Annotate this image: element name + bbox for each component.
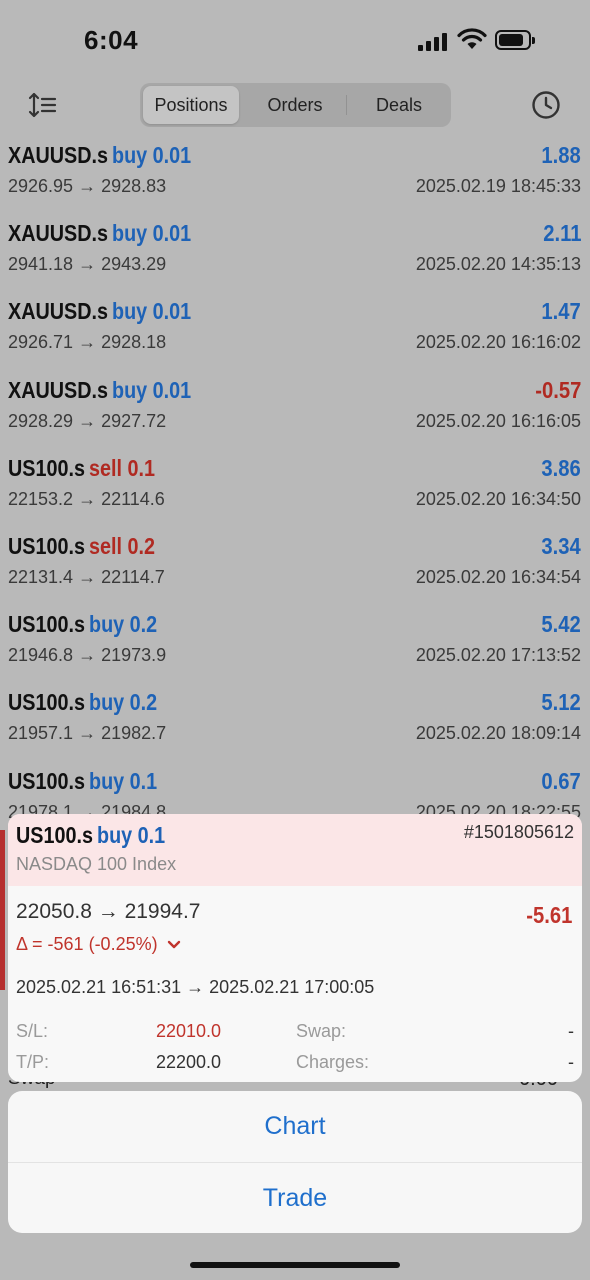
sort-icon[interactable] <box>28 91 58 119</box>
history-clock-icon[interactable] <box>530 89 562 121</box>
sl-label: S/L: <box>16 1021 49 1041</box>
status-bar: 6:04 <box>0 0 590 80</box>
chart-button[interactable]: Chart <box>8 1091 582 1161</box>
home-indicator <box>190 1262 400 1268</box>
position-prices: 2926.71 → 2928.18 <box>8 332 167 353</box>
position-symbol: XAUUSD.s <box>8 220 109 247</box>
position-side: buy 0.2 <box>88 689 158 716</box>
position-date: 2025.02.20 17:13:52 <box>415 645 581 666</box>
cellular-signal-icon <box>418 31 448 51</box>
chevron-down-icon <box>167 941 180 949</box>
tab-positions[interactable]: Positions <box>143 86 239 124</box>
position-profit: 1.88 <box>541 142 581 168</box>
position-date: 2025.02.20 16:34:54 <box>415 566 581 587</box>
position-prices: 2926.95 → 2928.83 <box>8 176 167 196</box>
position-prices: 21946.8 → 21973.9 <box>8 645 167 666</box>
tab-orders[interactable]: Orders <box>244 86 346 124</box>
position-side: buy 0.01 <box>112 142 192 168</box>
position-prices: 2941.18 → 2943.29 <box>8 254 167 275</box>
trade-button[interactable]: Trade <box>8 1163 582 1233</box>
tp-value: 22200.0 <box>156 1052 222 1072</box>
position-row[interactable]: US100.s sell 0.1 3.86 22153.2 → 22114.6 2025… <box>0 451 590 529</box>
position-profit: 5.42 <box>541 611 581 638</box>
status-time: 6:04 <box>84 25 139 55</box>
position-detail-card: US100.s buy 0.1 #1501805612 NASDAQ 100 I… <box>8 814 582 1082</box>
position-row[interactable]: XAUUSD.s buy 0.01 1.47 2926.71 → 2928.18 202… <box>0 294 590 372</box>
position-symbol: US100.s <box>8 532 85 559</box>
position-side: buy 0.01 <box>112 376 192 403</box>
sl-value: 22010.0 <box>156 1021 222 1041</box>
charges-label: Charges: <box>296 1052 370 1072</box>
battery-icon <box>495 30 535 50</box>
position-row[interactable]: US100.s buy 0.2 5.12 21957.1 → 21982.7 2025.… <box>0 685 590 763</box>
detail-delta-text: Δ = -561 (-0.25%) <box>16 934 158 954</box>
swap-value: - <box>568 1021 574 1041</box>
detail-symbol: US100.s <box>16 822 93 848</box>
position-profit: 1.47 <box>541 298 581 325</box>
position-prices: 22153.2 → 22114.6 <box>8 488 165 509</box>
position-prices: 21957.1 → 21982.7 <box>8 723 167 744</box>
position-date: 2025.02.20 16:16:05 <box>415 410 581 431</box>
detail-profit: -5.61 <box>525 902 572 928</box>
position-date: 2025.02.20 16:16:02 <box>415 332 581 353</box>
position-row[interactable]: XAUUSD.s buy 0.01 1.88 2926.95 → 2928.83 202… <box>0 138 590 216</box>
tab-deals[interactable]: Deals <box>347 86 451 124</box>
position-symbol: US100.s <box>8 767 85 794</box>
position-profit: 3.34 <box>541 532 581 559</box>
detail-ticket: #1501805612 <box>463 822 574 842</box>
position-side: buy 0.01 <box>112 298 192 325</box>
charges-value: - <box>568 1052 574 1072</box>
selected-row-marker <box>0 830 5 990</box>
detail-description: NASDAQ 100 Index <box>16 854 177 874</box>
swap-label: Swap: <box>296 1021 347 1041</box>
position-symbol: US100.s <box>8 454 85 481</box>
position-prices: 22131.4 → 22114.7 <box>8 566 165 587</box>
position-side: buy 0.2 <box>88 611 158 638</box>
position-row[interactable]: XAUUSD.s buy 0.01 2.11 2941.18 → 2943.29 202… <box>0 216 590 294</box>
detail-times: 2025.02.21 16:51:31 → 2025.02.21 17:00:0… <box>16 977 375 997</box>
position-profit: 5.12 <box>541 689 581 716</box>
position-symbol: US100.s <box>8 689 85 716</box>
view-segmented-control: Positions Orders Deals <box>140 83 451 127</box>
action-sheet: Chart Trade <box>8 1091 582 1233</box>
position-symbol: US100.s <box>8 611 85 638</box>
detail-side: buy 0.1 <box>96 822 166 848</box>
position-symbol: XAUUSD.s <box>8 142 109 168</box>
position-side: sell 0.2 <box>88 532 155 559</box>
position-date: 2025.02.20 16:34:50 <box>415 488 581 509</box>
toolbar: Positions Orders Deals <box>0 80 590 130</box>
position-symbol: XAUUSD.s <box>8 376 109 403</box>
wifi-icon <box>457 28 487 49</box>
position-prices: 2928.29 → 2927.72 <box>8 410 167 431</box>
position-row[interactable]: US100.s sell 0.2 3.34 22131.4 → 22114.7 2025… <box>0 529 590 607</box>
positions-list: XAUUSD.s buy 0.01 1.88 2926.95 → 2928.83 202… <box>0 138 590 842</box>
position-date: 2025.02.20 14:35:13 <box>415 254 581 275</box>
position-side: sell 0.1 <box>88 454 155 481</box>
tp-label: T/P: <box>16 1052 50 1072</box>
position-profit: 0.67 <box>541 767 581 794</box>
position-profit: 2.11 <box>542 220 581 247</box>
position-profit: -0.57 <box>534 376 581 403</box>
position-row[interactable]: XAUUSD.s buy 0.01 -0.57 2928.29 → 2927.72 20… <box>0 373 590 451</box>
position-profit: 3.86 <box>541 454 581 481</box>
position-side: buy 0.01 <box>112 220 192 247</box>
position-side: buy 0.1 <box>88 767 158 794</box>
position-date: 2025.02.20 18:09:14 <box>415 723 581 744</box>
position-row[interactable]: US100.s buy 0.2 5.42 21946.8 → 21973.9 2025.… <box>0 607 590 685</box>
detail-delta[interactable]: Δ = -561 (-0.25%) <box>16 934 181 955</box>
detail-prices: 22050.8 → 21994.7 <box>16 900 201 923</box>
position-date: 2025.02.19 18:45:33 <box>415 176 581 196</box>
position-symbol: XAUUSD.s <box>8 298 109 325</box>
